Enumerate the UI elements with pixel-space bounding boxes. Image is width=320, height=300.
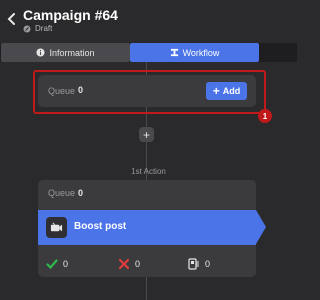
success-stat: 0 bbox=[46, 258, 68, 270]
action-queue-label: Queue bbox=[48, 188, 76, 198]
connector-line bbox=[146, 277, 147, 300]
status-label: Draft bbox=[35, 24, 53, 33]
chevron-left-icon bbox=[7, 13, 15, 25]
workflow-icon bbox=[170, 48, 178, 57]
skipped-count: 0 bbox=[205, 259, 211, 269]
failed-stat: 0 bbox=[118, 258, 140, 270]
success-count: 0 bbox=[63, 259, 69, 269]
tab-bar: Information Workflow bbox=[0, 43, 297, 62]
active-arrow bbox=[256, 210, 266, 244]
check-icon bbox=[46, 259, 58, 270]
page-title: Campaign #64 bbox=[23, 7, 118, 23]
plus-icon: + bbox=[142, 127, 150, 142]
tab-information[interactable]: Information bbox=[1, 43, 130, 62]
action-section-label: 1st Action bbox=[131, 167, 166, 176]
failed-count: 0 bbox=[135, 259, 141, 269]
status-badge: Draft bbox=[23, 24, 52, 33]
cross-icon bbox=[118, 258, 130, 270]
add-step-button[interactable]: + bbox=[139, 127, 154, 142]
boost-post-bar[interactable]: Boost post bbox=[38, 210, 256, 245]
tab-workflow-label: Workflow bbox=[182, 47, 220, 58]
highlight-box bbox=[33, 70, 266, 114]
tab-workflow[interactable]: Workflow bbox=[130, 43, 259, 62]
skipped-stat: 0 bbox=[188, 258, 210, 270]
step-badge: 1 bbox=[258, 109, 272, 123]
action-queue-count: 0 bbox=[78, 188, 84, 198]
back-button[interactable] bbox=[6, 12, 18, 26]
action-title: Boost post bbox=[74, 221, 127, 232]
boost-icon bbox=[46, 217, 67, 238]
campaign-workflow-page: Campaign #64 Draft Information Workflow bbox=[0, 0, 297, 300]
tab-information-label: Information bbox=[49, 47, 95, 58]
info-icon bbox=[36, 48, 46, 57]
action-card[interactable]: Queue 0 Boost post 0 0 0 bbox=[38, 180, 266, 277]
skip-icon bbox=[188, 258, 199, 270]
draft-icon bbox=[23, 25, 31, 32]
